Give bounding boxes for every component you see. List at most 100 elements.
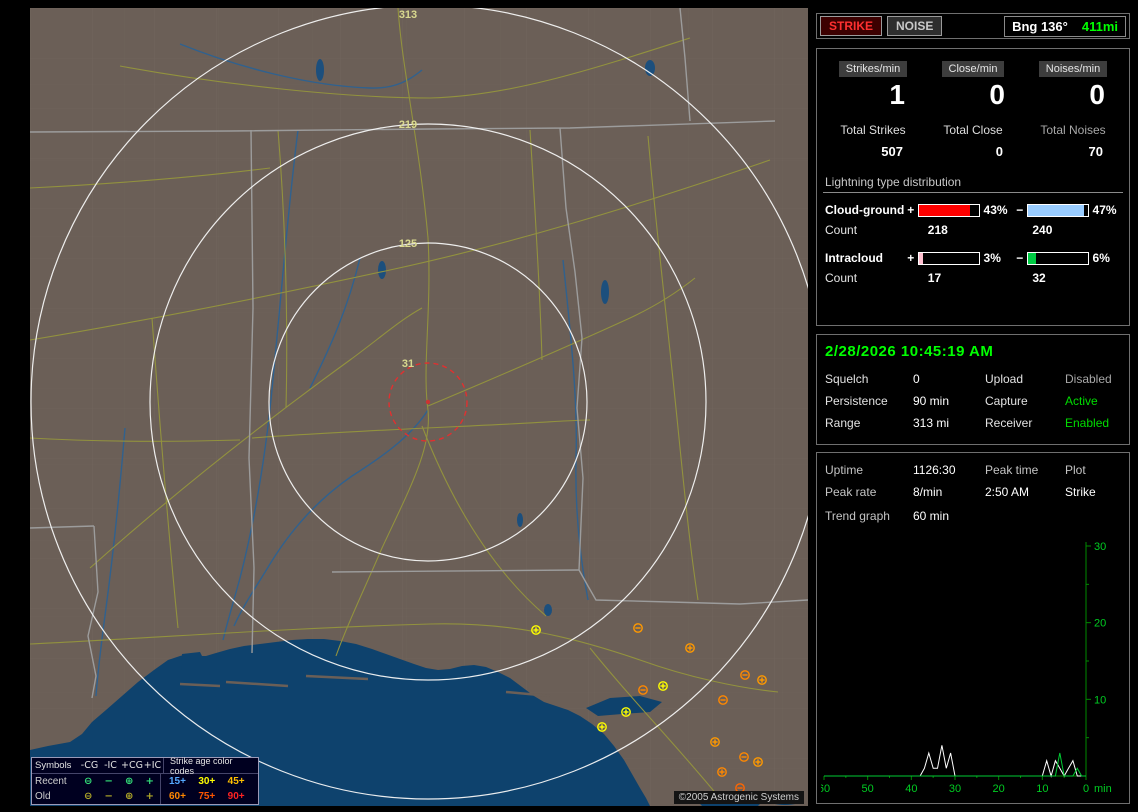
uptime-value: 1126:30: [913, 463, 956, 477]
trend-series-strikes: [824, 745, 1086, 778]
trend-series-noises: [824, 752, 1086, 777]
legend-row-label: Recent: [35, 776, 67, 787]
svg-text:30: 30: [949, 783, 961, 795]
neg-ic-icon: −: [104, 776, 113, 787]
close-per-min-value: 0: [989, 79, 1005, 110]
range-ring-label: 219: [399, 119, 417, 131]
capture-status: Active: [1065, 394, 1098, 408]
age-60-label: 60+: [159, 789, 196, 804]
ic-negative-bar: [1027, 251, 1089, 265]
status-grid: Squelch 0 Upload Disabled Persistence 90…: [823, 372, 1123, 430]
svg-text:60: 60: [821, 783, 830, 795]
noises-per-min-label: Noises/min: [1038, 61, 1108, 77]
cloud-ground-row: Cloud-ground + 43% − 47%: [823, 203, 1123, 217]
age-90-label: 90+: [227, 791, 245, 802]
plus-sign: +: [907, 203, 915, 217]
legend-row-old: Old ⊖ − ⊕ + 60+ 75+ 90+: [32, 789, 258, 804]
legend-header: Symbols -CG -IC +CG +IC Strike age color…: [32, 756, 258, 776]
svg-text:30: 30: [1094, 541, 1106, 553]
svg-text:10: 10: [1094, 694, 1106, 706]
strikes-per-min-value: 1: [889, 79, 905, 110]
legend-row-label: Old: [35, 791, 51, 802]
ic-positive-bar: [918, 251, 980, 265]
intracloud-label: Intracloud: [825, 251, 884, 265]
trend-graph: 10 20 30 60 50 40 30 20 10 0 min: [821, 541, 1112, 795]
ic-negative-pct: 6%: [1092, 251, 1110, 265]
copyright-text: ©2005 Astrogenic Systems: [673, 791, 804, 804]
cloud-ground-label: Cloud-ground: [825, 203, 905, 217]
uptime-grid: Uptime 1126:30 Peak time Plot Peak rate …: [823, 463, 1123, 499]
map-svg: 313 219 125 31: [30, 8, 808, 806]
legend-title: Symbols: [35, 760, 72, 771]
strike-mode-button[interactable]: STRIKE: [820, 16, 883, 36]
persistence-label: Persistence: [825, 394, 888, 408]
close-per-min-counter: Close/min 0 Total Close 0: [923, 61, 1023, 159]
bearing-distance: 411mi: [1081, 18, 1118, 34]
neg-cg-icon: ⊖: [84, 791, 93, 802]
ic-positive-pct: 3%: [983, 251, 1001, 265]
cg-negative-count: 240: [1032, 223, 1053, 237]
cg-positive-bar: [918, 203, 980, 217]
legend-col-pos-cg: +CG: [121, 760, 143, 771]
trend-graph-header: Trend graph 60 min: [823, 509, 1123, 523]
svg-text:40: 40: [905, 783, 917, 795]
svg-text:20: 20: [993, 783, 1005, 795]
range-label: Range: [825, 416, 861, 430]
nexstorm-window: 313 219 125 31 Symbols -CG -IC +CG +IC Stri…: [0, 0, 1138, 812]
cg-negative-bar: [1027, 203, 1089, 217]
total-noises-value: 70: [1088, 144, 1103, 159]
status-panel: 2/28/2026 10:45:19 AM Squelch 0 Upload D…: [816, 334, 1130, 445]
persistence-value: 90 min: [913, 394, 950, 408]
upload-status: Disabled: [1065, 372, 1112, 386]
svg-text:20: 20: [1094, 618, 1106, 630]
datetime-display: 2/28/2026 10:45:19 AM: [825, 343, 994, 360]
svg-text:0: 0: [1083, 783, 1089, 795]
plus-sign: +: [907, 251, 915, 265]
pos-ic-icon: +: [145, 791, 154, 802]
total-strikes-label: Total Strikes: [840, 123, 906, 137]
count-label: Count: [825, 271, 858, 285]
range-ring-label: 31: [402, 358, 414, 370]
uptime-label: Uptime: [825, 463, 864, 477]
bearing-readout: Bng 136° 411mi: [1004, 15, 1126, 37]
squelch-label: Squelch: [825, 372, 869, 386]
total-close-value: 0: [995, 144, 1003, 159]
noises-per-min-value: 0: [1089, 79, 1105, 110]
upload-label: Upload: [985, 372, 1024, 386]
svg-text:10: 10: [1036, 783, 1048, 795]
strikes-per-min-label: Strikes/min: [838, 61, 908, 77]
trend-panel: Uptime 1126:30 Peak time Plot Peak rate …: [816, 452, 1130, 804]
legend-col-neg-ic: -IC: [104, 760, 117, 771]
legend-row-recent: Recent ⊖ − ⊕ + 15+ 30+ 45+: [32, 774, 258, 789]
trend-graph-label: Trend graph: [825, 509, 890, 523]
age-45-label: 45+: [227, 776, 245, 787]
pos-cg-icon: ⊕: [125, 791, 134, 802]
range-ring-label: 125: [399, 238, 417, 250]
cg-positive-pct: 43%: [983, 203, 1008, 217]
age-15-label: 15+: [159, 774, 196, 789]
age-75-label: 75+: [198, 791, 216, 802]
count-label: Count: [825, 223, 858, 237]
peak-rate-label: Peak rate: [825, 485, 877, 499]
plot-label: Plot: [1065, 463, 1086, 477]
mode-toolbar: STRIKE NOISE Bng 136° 411mi: [816, 13, 1130, 39]
legend-age-title: Strike age color codes: [163, 756, 255, 776]
age-30-label: 30+: [198, 776, 216, 787]
cloud-ground-counts: Count 218 240: [823, 223, 1123, 237]
map-legend: Symbols -CG -IC +CG +IC Strike age color…: [31, 756, 259, 805]
range-ring-label: 313: [399, 9, 417, 21]
neg-ic-icon: −: [104, 791, 113, 802]
noise-mode-button[interactable]: NOISE: [887, 16, 943, 36]
strikes-per-min-counter: Strikes/min 1 Total Strikes 507: [823, 61, 923, 159]
rate-counters: Strikes/min 1 Total Strikes 507 Close/mi…: [823, 61, 1123, 159]
bearing-value: Bng 136°: [1012, 18, 1068, 34]
receiver-label: Receiver: [985, 416, 1033, 430]
distribution-title: Lightning type distribution: [823, 175, 1123, 193]
plot-value: Strike: [1065, 485, 1096, 499]
legend-col-pos-ic: +IC: [143, 760, 162, 771]
squelch-value: 0: [913, 372, 920, 386]
minus-sign: −: [1016, 251, 1024, 265]
legend-col-neg-cg: -CG: [80, 760, 99, 771]
lightning-map[interactable]: 313 219 125 31 Symbols -CG -IC +CG +IC Stri…: [30, 8, 808, 806]
intracloud-counts: Count 17 32: [823, 271, 1123, 285]
